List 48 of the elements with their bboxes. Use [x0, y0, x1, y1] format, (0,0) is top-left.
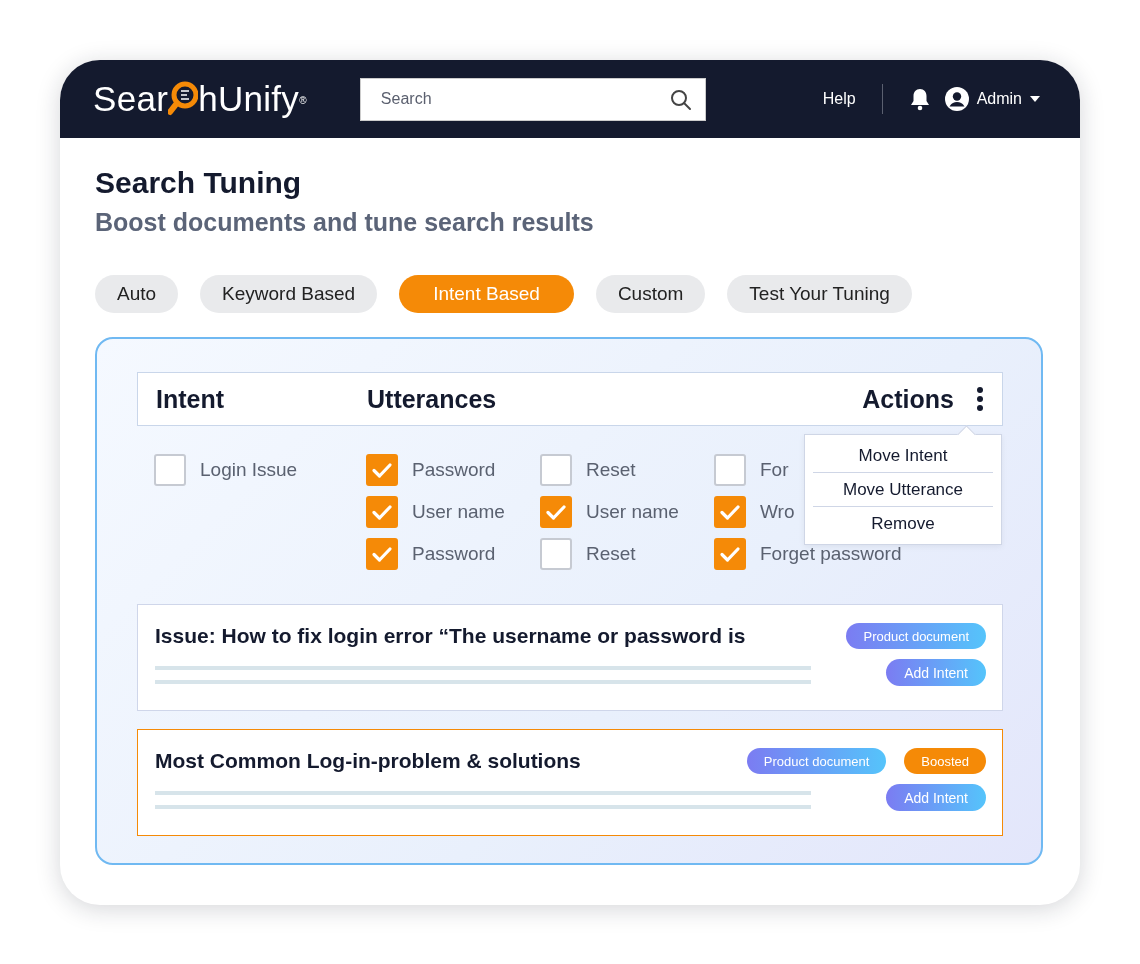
tab[interactable]: Custom	[595, 275, 706, 313]
user-avatar-icon	[944, 87, 969, 111]
menu-item[interactable]: Remove	[813, 507, 993, 540]
bell-icon[interactable]	[908, 87, 931, 111]
more-icon[interactable]	[976, 387, 984, 411]
column-header: Utterances	[367, 384, 498, 414]
column-header: Intent	[156, 384, 226, 414]
utterance-label: For	[760, 459, 789, 481]
utterance-label: User name	[586, 501, 679, 523]
tab[interactable]: Keyword Based	[200, 275, 378, 313]
checkbox[interactable]	[366, 496, 398, 528]
tab[interactable]: Test Your Tuning	[727, 275, 912, 313]
checkbox[interactable]	[366, 538, 398, 570]
search-field[interactable]: Search	[359, 77, 706, 121]
utterance-label: Reset	[586, 459, 636, 481]
checkbox[interactable]	[366, 454, 398, 486]
utterance-label: Wro	[760, 501, 795, 523]
checkbox[interactable]	[154, 454, 186, 486]
help-link[interactable]: Help	[822, 90, 856, 108]
tab[interactable]: Auto	[95, 275, 179, 313]
utterance-label: Forget password	[760, 543, 902, 565]
checkbox[interactable]	[714, 454, 746, 486]
tag: Product document	[846, 623, 986, 649]
document-title[interactable]: Most Common Log-in-problem & solutions	[155, 749, 581, 773]
menu-item[interactable]: Move Intent	[813, 439, 993, 473]
page-title: Search Tuning	[95, 166, 303, 200]
checkbox[interactable]	[540, 538, 572, 570]
column-header: Actions	[862, 384, 954, 414]
utterance-label: Reset	[586, 543, 636, 565]
menu-item[interactable]: Move Utterance	[813, 473, 993, 507]
logo-text: hUnify	[198, 79, 300, 119]
checkbox[interactable]	[540, 454, 572, 486]
user-menu[interactable]: Admin	[944, 87, 1040, 111]
intent-label: Login Issue	[200, 459, 298, 481]
utterance-label: Password	[412, 543, 496, 565]
checkbox[interactable]	[540, 496, 572, 528]
checkbox[interactable]	[714, 538, 746, 570]
caret-icon	[1030, 96, 1040, 102]
document-title[interactable]: Issue: How to fix login error “The username or password is	[155, 624, 746, 648]
utterance-label: Password	[412, 459, 496, 481]
page-subtitle: Boost documents and tune search results	[95, 208, 595, 237]
tag: Product document	[746, 748, 887, 774]
checkbox[interactable]	[714, 496, 746, 528]
tag: Boosted	[904, 748, 986, 774]
utterance-label: User name	[412, 501, 505, 523]
registered-mark: ®	[299, 95, 307, 106]
logo-text: Sear	[93, 79, 169, 119]
search-icon	[669, 88, 692, 111]
